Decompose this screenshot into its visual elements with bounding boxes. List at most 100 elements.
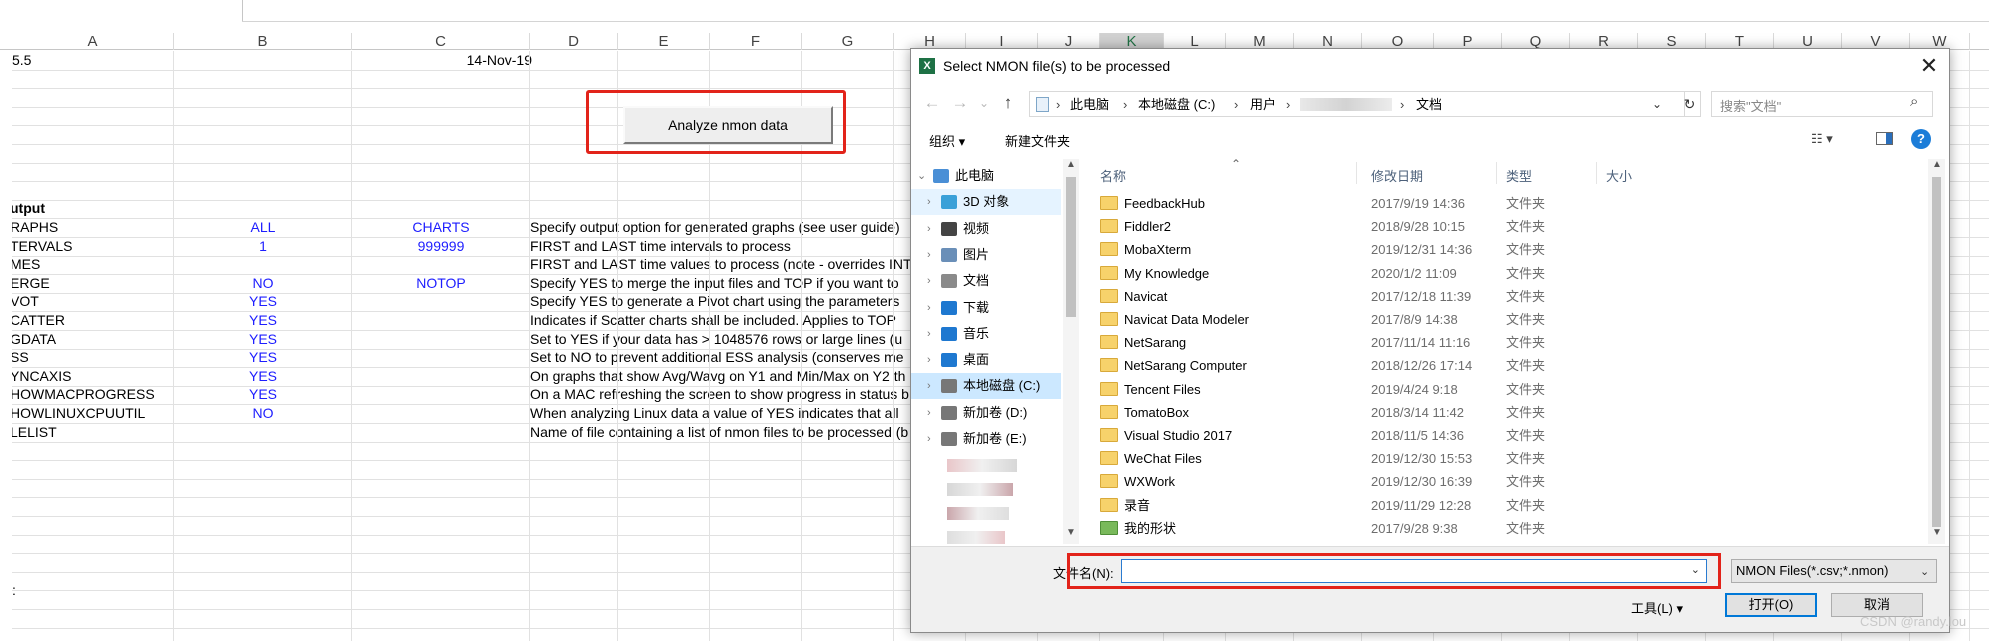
cell-description[interactable]: On graphs that show Avg/Wavg on Y1 and M… <box>530 367 925 386</box>
column-header-f[interactable]: F <box>710 33 802 50</box>
scroll-up-icon[interactable]: ▲ <box>1066 159 1076 170</box>
refresh-icon[interactable]: ↻ <box>1679 91 1701 117</box>
cell-description[interactable]: Specify output option for generated grap… <box>530 218 925 237</box>
cell-a1[interactable]: 5.5 <box>12 51 172 70</box>
organize-menu[interactable]: 组织 ▾ <box>929 131 965 150</box>
cell-param-value[interactable]: YES <box>174 292 352 311</box>
column-header-e[interactable]: E <box>618 33 710 50</box>
back-arrow-icon[interactable]: ← <box>921 91 943 115</box>
scroll-down-icon[interactable]: ▼ <box>1932 527 1942 538</box>
nav-item[interactable]: › 本地磁盘 (C:) <box>911 373 1061 400</box>
column-size[interactable]: 大小 <box>1606 166 1632 185</box>
nav-scroll-thumb[interactable] <box>1066 177 1076 317</box>
chevron-right-icon[interactable]: › <box>927 347 931 373</box>
chevron-right-icon[interactable]: › <box>927 321 931 347</box>
cell-param-name[interactable]: CATTER <box>12 311 170 330</box>
nav-item[interactable]: › 新加卷 (D:) <box>911 400 1061 426</box>
cell-param-value[interactable] <box>174 423 352 442</box>
cell-description[interactable]: When analyzing Linux data a value of YES… <box>530 404 925 423</box>
list-item[interactable]: WeChat Files 2019/12/30 15:53 文件夹 <box>1086 447 1921 470</box>
open-button[interactable]: 打开(O) <box>1725 593 1817 617</box>
list-item[interactable]: Fiddler2 2018/9/28 10:15 文件夹 <box>1086 215 1921 238</box>
search-input[interactable]: 搜索"文档" ⌕ <box>1711 91 1933 117</box>
column-header-b[interactable]: B <box>174 33 352 50</box>
nav-scrollbar[interactable]: ▲ ▼ <box>1063 159 1079 544</box>
list-item[interactable]: NetSarang 2017/11/14 11:16 文件夹 <box>1086 331 1921 354</box>
breadcrumb-users[interactable]: 用户 <box>1250 95 1276 114</box>
up-arrow-icon[interactable]: ↑ <box>997 91 1019 115</box>
cell-param-name[interactable]: LELIST <box>12 423 170 442</box>
file-type-select[interactable]: NMON Files(*.csv;*.nmon) ⌄ <box>1731 559 1937 583</box>
column-header-g[interactable]: G <box>802 33 894 50</box>
cell-param-option[interactable] <box>352 367 530 386</box>
breadcrumb-c-drive[interactable]: 本地磁盘 (C:) <box>1138 95 1215 114</box>
list-item[interactable]: MobaXterm 2019/12/31 14:36 文件夹 <box>1086 238 1921 261</box>
cell-param-option[interactable] <box>352 311 530 330</box>
analyze-nmon-button[interactable]: Analyze nmon data <box>623 106 833 144</box>
file-list[interactable]: 名称 ⌃ 修改日期 类型 大小 ▲ ▼ FeedbackHub 2017/9/19… <box>1086 159 1950 544</box>
column-header-d[interactable]: D <box>530 33 618 50</box>
nav-item[interactable]: › 3D 对象 <box>911 189 1061 216</box>
breadcrumb-documents[interactable]: 文档 <box>1416 95 1442 114</box>
cell-param-option[interactable] <box>352 348 530 367</box>
breadcrumb-pc[interactable]: 此电脑 <box>1070 95 1109 114</box>
nav-item[interactable]: › 桌面 <box>911 347 1061 373</box>
nav-item[interactable]: › 视频 <box>911 216 1061 242</box>
file-list-scrollbar[interactable]: ▲ ▼ <box>1928 159 1945 544</box>
recent-chevron-icon[interactable]: ⌄ <box>973 91 995 115</box>
cell-param-name[interactable]: VOT <box>12 292 170 311</box>
nav-item[interactable]: › 新加卷 (E:) <box>911 426 1061 452</box>
column-type[interactable]: 类型 <box>1506 166 1532 185</box>
tools-menu[interactable]: 工具(L) ▾ <box>1631 598 1683 617</box>
formula-bar[interactable] <box>0 0 1989 22</box>
cell-description[interactable]: Indicates if Scatter charts shall be inc… <box>530 311 925 330</box>
section-label[interactable]: utput <box>12 199 170 218</box>
cell-param-option[interactable]: NOTOP <box>352 274 530 293</box>
list-item[interactable]: My Knowledge 2020/1/2 11:09 文件夹 <box>1086 262 1921 285</box>
chevron-right-icon[interactable]: › <box>927 400 931 426</box>
cell-param-option[interactable] <box>352 255 530 274</box>
cell-param-name[interactable]: TERVALS <box>12 237 170 256</box>
column-header-a[interactable]: A <box>12 33 174 50</box>
new-folder-button[interactable]: 新建文件夹 <box>1005 131 1070 150</box>
chevron-right-icon[interactable]: › <box>927 426 931 452</box>
view-options-icon[interactable]: ☷ ▾ <box>1811 131 1833 147</box>
chevron-right-icon[interactable]: › <box>927 268 931 294</box>
list-item[interactable]: Visual Studio 2017 2018/11/5 14:36 文件夹 <box>1086 424 1921 447</box>
chevron-right-icon[interactable]: › <box>927 373 931 399</box>
cell-param-option[interactable]: CHARTS <box>352 218 530 237</box>
close-icon[interactable]: ✕ <box>1915 53 1943 79</box>
scroll-down-icon[interactable]: ▼ <box>1066 527 1076 538</box>
cell-param-option[interactable] <box>352 330 530 349</box>
cell-param-value[interactable]: YES <box>174 385 352 404</box>
chevron-right-icon[interactable]: › <box>927 295 931 321</box>
column-header-c[interactable]: C <box>352 33 530 50</box>
cell-description[interactable]: Specify YES to generate a Pivot chart us… <box>530 292 925 311</box>
chevron-down-icon[interactable]: ⌄ <box>917 163 926 189</box>
cell-param-option[interactable]: 999999 <box>352 237 530 256</box>
cell-param-value[interactable]: YES <box>174 330 352 349</box>
cell-param-value[interactable]: 1 <box>174 237 352 256</box>
cell-param-name[interactable]: HOWLINUXCPUUTIL <box>12 404 170 423</box>
cell-param-name[interactable]: RAPHS <box>12 218 170 237</box>
cell-param-option[interactable] <box>352 423 530 442</box>
cell-param-value[interactable]: NO <box>174 404 352 423</box>
list-item[interactable]: Navicat Data Modeler 2017/8/9 14:38 文件夹 <box>1086 308 1921 331</box>
chevron-right-icon[interactable]: › <box>927 242 931 268</box>
column-date[interactable]: 修改日期 <box>1371 166 1423 185</box>
cell-description[interactable]: Name of file containing a list of nmon f… <box>530 423 925 442</box>
list-item[interactable]: TomatoBox 2018/3/14 11:42 文件夹 <box>1086 401 1921 424</box>
list-item[interactable]: Navicat 2017/12/18 11:39 文件夹 <box>1086 285 1921 308</box>
address-bar[interactable]: › 此电脑 › 本地磁盘 (C:) › 用户 › › 文档 ⌄ <box>1029 91 1685 117</box>
cell-c1[interactable]: 14-Nov-19 <box>352 51 532 70</box>
cell-param-option[interactable] <box>352 404 530 423</box>
list-item[interactable]: Tencent Files 2019/4/24 9:18 文件夹 <box>1086 378 1921 401</box>
cell-param-name[interactable]: ERGE <box>12 274 170 293</box>
cell-description[interactable]: On a MAC refreshing the screen to show p… <box>530 385 925 404</box>
cell-description[interactable]: Set to YES if your data has > 1048576 ro… <box>530 330 925 349</box>
nav-item[interactable]: › 下载 <box>911 295 1061 321</box>
help-icon[interactable]: ? <box>1911 129 1931 149</box>
cell-param-option[interactable] <box>352 292 530 311</box>
cell-description[interactable]: Set to NO to prevent additional ESS anal… <box>530 348 925 367</box>
cell-param-value[interactable] <box>174 255 352 274</box>
